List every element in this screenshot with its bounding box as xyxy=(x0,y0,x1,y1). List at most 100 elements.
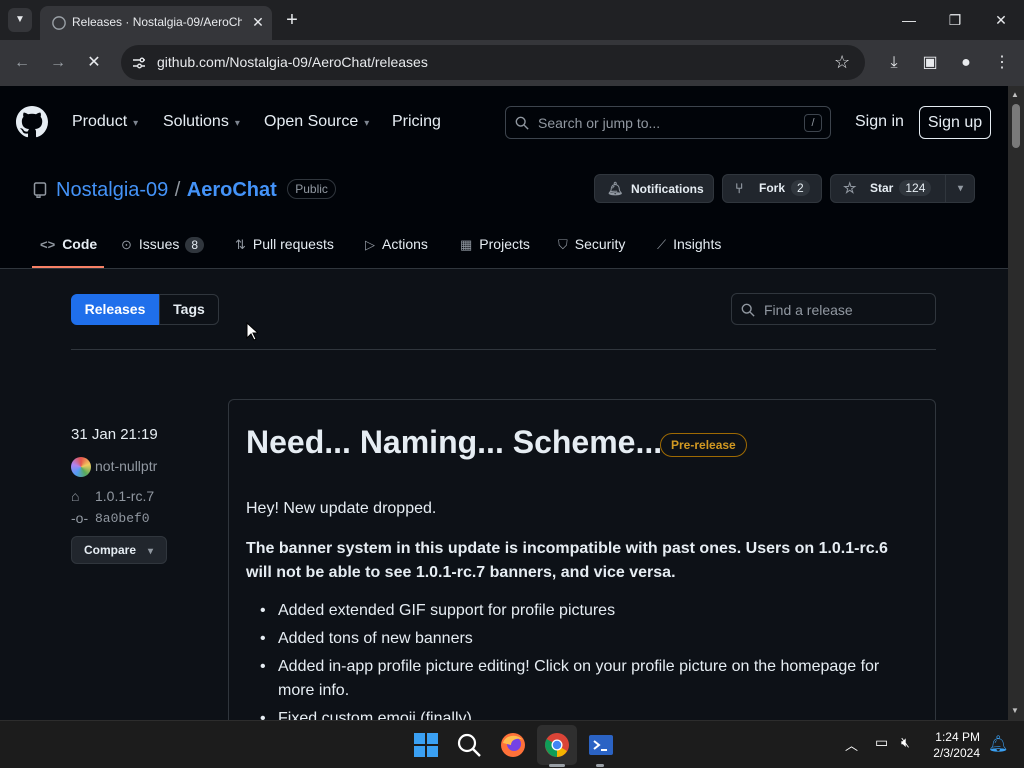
sign-up-button[interactable]: Sign up xyxy=(919,106,991,139)
compare-button[interactable]: Compare ▾ xyxy=(71,536,167,564)
site-info-icon[interactable] xyxy=(131,55,147,71)
fork-icon: ⑂ xyxy=(735,180,744,196)
nav-solutions[interactable]: Solutions ▾ xyxy=(163,113,240,131)
star-label-group: Star 124 xyxy=(870,180,932,196)
repo-owner-link[interactable]: Nostalgia-09 xyxy=(56,179,168,201)
page-scrollbar[interactable]: ▲ ▼ xyxy=(1008,86,1024,720)
new-tab-button[interactable]: + xyxy=(280,8,304,32)
shield-icon: ⛉ xyxy=(558,237,568,252)
notifications-label: Notifications xyxy=(631,182,704,196)
tab-insights[interactable]: ⟋ Insights xyxy=(657,236,721,253)
author-avatar xyxy=(71,457,91,477)
nav-product-label: Product xyxy=(72,113,128,130)
fork-label-group: Fork 2 xyxy=(759,180,810,196)
scroll-up-arrow-icon[interactable]: ▲ xyxy=(1011,90,1019,99)
tab-projects[interactable]: ▦ Projects xyxy=(460,236,530,253)
forward-arrow-icon[interactable]: → xyxy=(46,51,70,75)
tab-actions-label: Actions xyxy=(382,236,428,252)
taskbar-clock[interactable]: 1:24 PM 2/3/2024 xyxy=(933,729,980,761)
pull-request-icon: ⇅ xyxy=(235,237,246,252)
graph-icon: ⟋ xyxy=(657,237,667,252)
address-bar[interactable]: github.com/Nostalgia-09/AeroChat/release… xyxy=(121,45,865,80)
scroll-down-arrow-icon[interactable]: ▼ xyxy=(1011,706,1019,715)
chevron-down-icon: ▾ xyxy=(234,118,240,129)
close-window-button[interactable]: ✕ xyxy=(989,8,1013,32)
tab-code[interactable]: <> Code xyxy=(40,236,97,252)
compare-label: Compare xyxy=(84,543,137,557)
tags-segment-button[interactable]: Tags xyxy=(159,294,219,325)
nav-pricing[interactable]: Pricing xyxy=(392,113,441,131)
release-card: Need... Naming... Scheme... Pre-release … xyxy=(228,399,936,720)
list-item: Added tons of new banners xyxy=(246,627,916,651)
play-icon: ▷ xyxy=(365,237,375,252)
commit-link[interactable]: 8a0bef0 xyxy=(95,511,150,526)
tab-pull-requests[interactable]: ⇅ Pull requests xyxy=(235,236,334,253)
firefox-icon[interactable] xyxy=(499,731,527,759)
list-item: Fixed custom emoji (finally) xyxy=(246,707,916,720)
fork-label: Fork xyxy=(759,181,786,195)
terminal-icon[interactable] xyxy=(587,731,615,759)
stop-loading-icon[interactable]: ✕ xyxy=(82,51,106,75)
bookmark-star-icon[interactable]: ☆ xyxy=(834,52,850,73)
browser-toolbar: ← → ✕ github.com/Nostalgia-09/AeroChat/r… xyxy=(0,40,1024,86)
windows-taskbar: ︿ ▭ 🔇︎ 1:24 PM 2/3/2024 🔔︎ xyxy=(0,720,1024,768)
tab-search-button[interactable]: ▼ xyxy=(8,8,32,32)
chevron-down-icon: ▾ xyxy=(364,118,370,129)
star-button[interactable]: ☆ Star 124 ▾ xyxy=(830,174,975,203)
repo-title: Nostalgia-09 / AeroChat Public xyxy=(56,179,336,202)
taskbar-search-icon[interactable] xyxy=(455,731,483,759)
clock-date: 2/3/2024 xyxy=(933,746,980,760)
sign-in-link[interactable]: Sign in xyxy=(855,113,904,131)
pre-release-badge: Pre-release xyxy=(660,433,747,457)
star-label: Star xyxy=(870,181,894,195)
tag-link[interactable]: 1.0.1-rc.7 xyxy=(95,488,154,504)
star-dropdown-chevron-icon[interactable]: ▾ xyxy=(945,175,975,202)
tab-close-icon[interactable]: ✕ xyxy=(248,12,268,32)
repo-name-link[interactable]: AeroChat xyxy=(187,179,277,201)
tab-actions[interactable]: ▷ Actions xyxy=(365,236,428,253)
notifications-button[interactable]: 🔔︎ Notifications xyxy=(594,174,714,203)
tag-icon: ⌂ xyxy=(71,488,80,504)
releases-segment-button[interactable]: Releases xyxy=(71,294,159,325)
restore-button[interactable]: ❐ xyxy=(943,8,967,32)
nav-open-source[interactable]: Open Source ▾ xyxy=(264,113,369,131)
browser-tab-active[interactable]: Releases · Nostalgia-09/AeroChat ✕ xyxy=(40,6,272,40)
tray-chevron-up-icon[interactable]: ︿ xyxy=(845,735,858,754)
notification-bell-icon[interactable]: 🔔︎ xyxy=(988,734,1008,754)
back-arrow-icon[interactable]: ← xyxy=(10,51,34,75)
browser-tab-strip: ▼ Releases · Nostalgia-09/AeroChat ✕ + —… xyxy=(0,0,1024,40)
scrollbar-thumb[interactable] xyxy=(1012,104,1020,148)
tab-issues[interactable]: ⊙ Issues 8 xyxy=(121,236,205,253)
network-icon[interactable]: ▭ xyxy=(875,734,888,751)
release-intro: Hey! New update dropped. xyxy=(246,500,437,517)
issues-count: 8 xyxy=(185,237,205,253)
terminal-active-indicator xyxy=(596,764,604,767)
issue-icon: ⊙ xyxy=(121,237,132,252)
tab-projects-label: Projects xyxy=(479,236,530,252)
nav-product[interactable]: Product ▾ xyxy=(72,113,138,131)
github-header: Product ▾ Solutions ▾ Open Source ▾ Pricing… xyxy=(0,86,1008,158)
release-notes-list: Added extended GIF support for profile p… xyxy=(246,599,916,720)
repo-separator: / xyxy=(174,179,181,201)
github-search-input[interactable]: Search or jump to... / xyxy=(505,106,831,139)
web-page: Product ▾ Solutions ▾ Open Source ▾ Pricing… xyxy=(0,86,1008,720)
profile-avatar-icon[interactable]: ● xyxy=(954,51,978,75)
volume-muted-icon[interactable]: 🔇︎ xyxy=(901,734,910,751)
release-title[interactable]: Need... Naming... Scheme... xyxy=(246,424,662,461)
author-link[interactable]: not-nullptr xyxy=(95,458,157,474)
download-icon[interactable]: ⤓ xyxy=(882,51,906,75)
github-favicon-icon xyxy=(52,16,66,30)
windows-start-icon[interactable] xyxy=(412,731,440,759)
tab-pull-requests-label: Pull requests xyxy=(252,236,334,252)
minimize-button[interactable]: — xyxy=(897,8,921,32)
chrome-icon[interactable] xyxy=(543,731,571,759)
chrome-menu-icon[interactable]: ⋮ xyxy=(990,51,1014,75)
side-panel-icon[interactable]: ▣ xyxy=(918,51,942,75)
chevron-down-icon: ▾ xyxy=(133,118,139,129)
find-release-input[interactable]: Find a release xyxy=(731,293,936,325)
github-logo-icon[interactable] xyxy=(16,106,48,138)
nav-solutions-label: Solutions xyxy=(163,113,229,130)
fork-button[interactable]: ⑂ Fork 2 xyxy=(722,174,822,203)
tab-security[interactable]: ⛉ Security xyxy=(558,236,625,253)
table-icon: ▦ xyxy=(460,237,473,252)
